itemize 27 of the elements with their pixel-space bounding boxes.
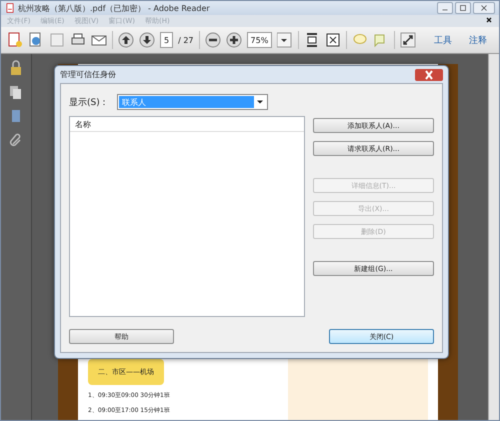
expand-icon[interactable] [400, 32, 416, 48]
fit-page-icon[interactable] [325, 32, 342, 48]
document-icon[interactable] [7, 32, 23, 48]
show-label: 显示(S)： [69, 96, 109, 108]
pdf-file-icon[interactable] [5, 3, 15, 13]
window-title: 杭州攻略（第八版）.pdf（已加密） - Adobe Reader [18, 2, 210, 14]
arrow-down-icon[interactable] [139, 32, 155, 48]
pages-icon[interactable] [8, 84, 24, 100]
lock-icon[interactable] [8, 60, 24, 76]
scrollbar[interactable] [488, 54, 499, 420]
zoom-field[interactable]: 75% [246, 32, 272, 48]
minimize-icon[interactable] [437, 2, 453, 14]
show-dropdown[interactable]: 联系人 [116, 94, 268, 110]
dialog-title: 管理可信任身份 [60, 69, 116, 80]
arrow-up-icon[interactable] [118, 32, 134, 48]
maximize-icon[interactable] [455, 2, 471, 14]
close-icon[interactable] [485, 16, 493, 24]
zoom-in-icon[interactable] [226, 32, 242, 48]
page-total: / 27 [178, 36, 194, 44]
contact-list[interactable]: 名称 [69, 116, 305, 317]
column-header[interactable]: 名称 [70, 117, 304, 132]
zoom-out-icon[interactable] [204, 32, 221, 48]
close-button[interactable] [415, 68, 443, 80]
page-number-field[interactable]: 5 [160, 32, 174, 48]
pane-tab[interactable]: 工具 [428, 34, 458, 46]
pane-tab[interactable]: 注释 [463, 34, 493, 46]
dropdown-icon[interactable] [277, 32, 294, 48]
